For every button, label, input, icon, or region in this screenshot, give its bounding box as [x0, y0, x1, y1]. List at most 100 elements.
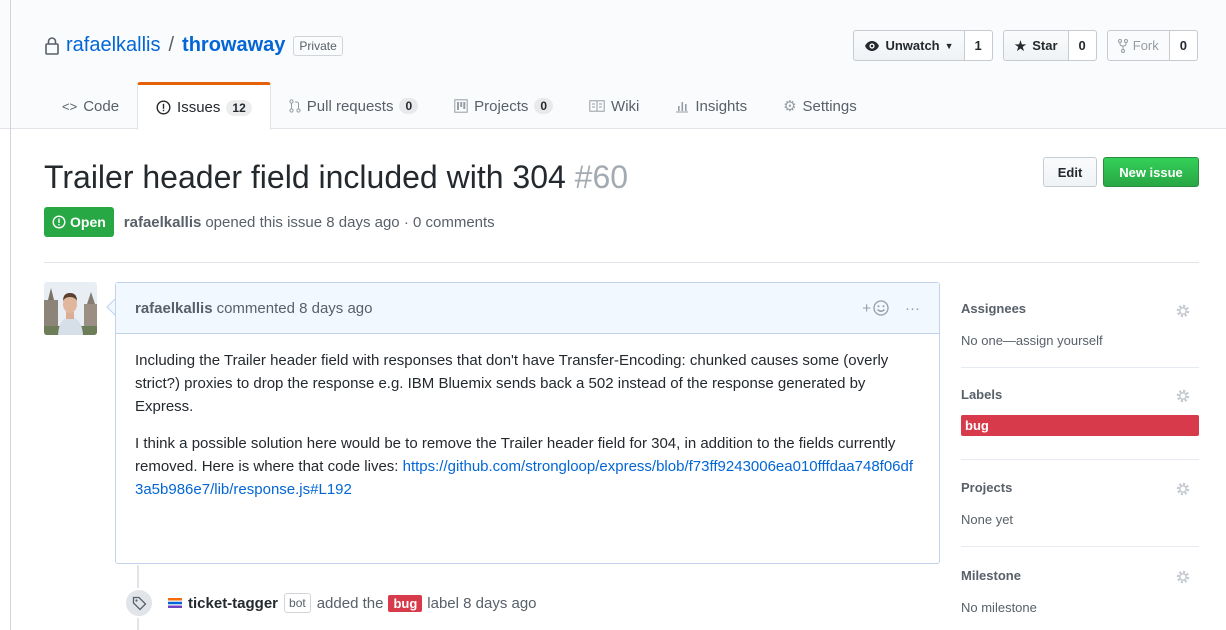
fork-count[interactable]: 0: [1169, 30, 1198, 61]
milestone-heading: Milestone: [961, 568, 1021, 583]
tab-settings[interactable]: ⚙ Settings: [765, 82, 875, 130]
issue-title: Trailer header field included with 304 #…: [44, 155, 628, 199]
comment-paragraph: I think a possible solution here would b…: [135, 432, 920, 501]
issue-opened-icon: [52, 215, 66, 229]
projects-value[interactable]: None yet: [961, 512, 1199, 527]
comment-timestamp[interactable]: commented 8 days ago: [217, 300, 373, 317]
repo-name-link[interactable]: throwaway: [182, 34, 285, 57]
assignees-value[interactable]: No one—assign yourself: [961, 333, 1199, 348]
labels-heading: Labels: [961, 387, 1003, 402]
new-issue-button[interactable]: New issue: [1103, 157, 1199, 187]
fork-label: Fork: [1132, 38, 1159, 53]
lock-icon: [45, 36, 59, 55]
issue-comment: rafaelkallis commented 8 days ago + ··· …: [115, 282, 940, 564]
header-divider: [44, 262, 1199, 263]
tab-insights-label: Insights: [695, 97, 748, 115]
book-icon: [589, 100, 605, 112]
fork-group: Fork 0: [1106, 30, 1198, 61]
assignees-heading: Assignees: [961, 301, 1027, 316]
avatar[interactable]: [44, 282, 97, 335]
issue-meta: Open rafaelkallis opened this issue 8 da…: [44, 207, 495, 237]
more-options-icon[interactable]: ···: [905, 300, 920, 317]
star-label: Star: [1032, 38, 1058, 53]
comment-paragraph: Including the Trailer header field with …: [135, 352, 889, 415]
gear-icon[interactable]: [1175, 569, 1191, 585]
bug-label[interactable]: bug: [388, 594, 423, 612]
watch-count[interactable]: 1: [964, 30, 993, 61]
tab-insights[interactable]: Insights: [657, 82, 765, 130]
private-badge: Private: [293, 35, 343, 56]
avatar-image: [44, 282, 97, 335]
star-count[interactable]: 0: [1068, 30, 1097, 61]
ticket-tagger-icon: [168, 598, 182, 608]
repo-owner-link[interactable]: rafaelkallis: [66, 34, 160, 57]
fork-icon: [1117, 38, 1128, 53]
star-group: ★ Star 0: [1002, 30, 1097, 61]
repo-actions: Unwatch ▼ 1 ★ Star 0 Fork 0: [853, 30, 1198, 61]
state-label: Open: [70, 214, 106, 230]
state-badge: Open: [44, 207, 114, 237]
projects-heading: Projects: [961, 480, 1013, 495]
code-icon: <>: [62, 98, 78, 114]
issues-counter: 12: [226, 99, 252, 116]
tab-code[interactable]: <> Code: [44, 82, 137, 130]
timeline-actor-link[interactable]: ticket-tagger: [188, 595, 278, 612]
eye-icon: [865, 40, 880, 51]
issue-number: #60: [574, 159, 629, 195]
issue-meta-text: opened this issue 8 days ago · 0 comment…: [205, 213, 495, 231]
milestone-value[interactable]: No milestone: [961, 600, 1199, 615]
star-button[interactable]: ★ Star: [1002, 30, 1069, 61]
smiley-icon: [873, 300, 889, 316]
left-border: [10, 0, 11, 630]
pull-requests-counter: 0: [399, 98, 419, 114]
caret-down-icon: ▼: [944, 40, 954, 51]
tab-pull-requests[interactable]: Pull requests 0: [271, 82, 436, 130]
repo-separator: /: [168, 34, 175, 56]
assignees-section[interactable]: Assignees No one—assign yourself: [961, 290, 1199, 368]
tab-issues-label: Issues: [177, 99, 221, 116]
repo-nav: <> Code Issues 12 Pull requests 0 Projec…: [44, 82, 875, 130]
fork-button[interactable]: Fork: [1106, 30, 1170, 61]
repo-title: rafaelkallis / throwaway Private: [44, 34, 343, 57]
watch-group: Unwatch ▼ 1: [853, 30, 993, 61]
tab-wiki-label: Wiki: [611, 97, 640, 115]
plus-label: +: [862, 299, 871, 317]
comment-author-link[interactable]: rafaelkallis: [135, 300, 213, 317]
pull-request-icon: [289, 99, 301, 113]
unwatch-button[interactable]: Unwatch ▼: [853, 30, 965, 61]
tab-wiki[interactable]: Wiki: [571, 82, 657, 130]
comment-header: rafaelkallis commented 8 days ago + ···: [116, 283, 939, 334]
labels-section[interactable]: Labels bug: [961, 368, 1199, 460]
issue-author-link[interactable]: rafaelkallis: [124, 214, 202, 231]
tag-icon: [124, 588, 154, 618]
edit-button[interactable]: Edit: [1043, 157, 1097, 187]
bot-badge: bot: [284, 593, 311, 613]
tab-issues[interactable]: Issues 12: [137, 82, 271, 130]
add-reaction-button[interactable]: +: [862, 300, 889, 317]
milestone-section[interactable]: Milestone No milestone: [961, 547, 1199, 615]
comment-body: Including the Trailer header field with …: [116, 334, 939, 516]
tab-projects[interactable]: Projects 0: [436, 82, 571, 130]
issue-sidebar: Assignees No one—assign yourself Labels …: [961, 290, 1199, 615]
projects-counter: 0: [534, 98, 554, 114]
unwatch-label: Unwatch: [885, 38, 940, 53]
gear-icon[interactable]: [1175, 481, 1191, 497]
timeline-action: added the: [316, 594, 384, 612]
gear-icon[interactable]: [1175, 303, 1191, 319]
tab-code-label: Code: [83, 97, 120, 115]
tab-projects-label: Projects: [474, 97, 529, 115]
projects-section[interactable]: Projects None yet: [961, 460, 1199, 547]
gear-icon: ⚙: [783, 98, 797, 115]
project-icon: [454, 99, 468, 113]
tab-pull-requests-label: Pull requests: [306, 97, 394, 115]
tab-settings-label: Settings: [802, 97, 857, 115]
star-icon: ★: [1013, 37, 1028, 55]
bug-label[interactable]: bug: [961, 415, 1199, 436]
gear-icon[interactable]: [1175, 388, 1191, 404]
comment-tools: + ···: [862, 300, 920, 317]
timeline-event: ticket-tagger bot added the bug label 8 …: [124, 588, 537, 618]
graph-icon: [676, 102, 689, 113]
issue-opened-icon: [156, 100, 171, 115]
timeline-suffix: label 8 days ago: [427, 594, 537, 612]
issue-title-text: Trailer header field included with 304: [44, 159, 566, 195]
